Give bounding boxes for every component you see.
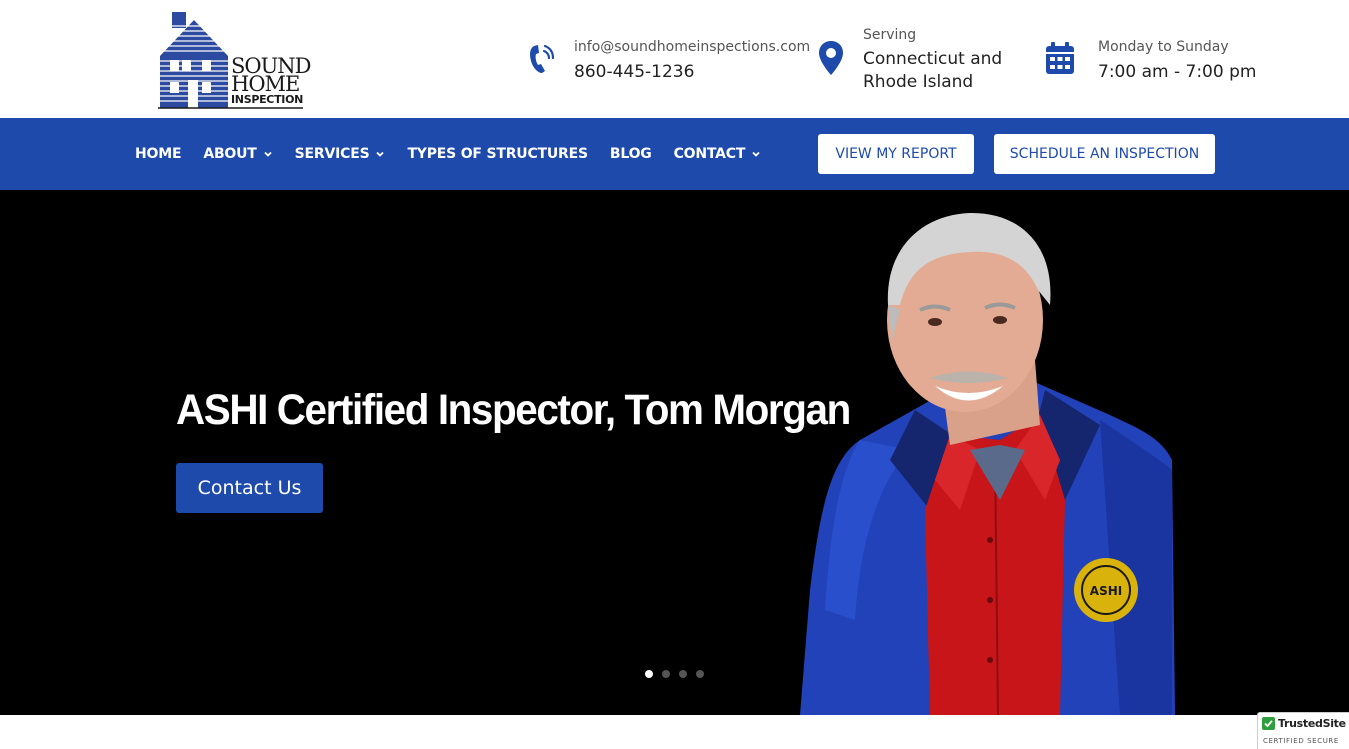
nav-menu: HOME ABOUT SERVICES TYPES OF STRUCTURES … xyxy=(135,118,761,190)
checkmark-icon xyxy=(1262,717,1275,730)
slider-dot-4[interactable] xyxy=(696,670,704,678)
hours-time: 7:00 am - 7:00 pm xyxy=(1098,62,1257,82)
nav-item-about[interactable]: ABOUT xyxy=(203,146,272,162)
nav-item-label: HOME xyxy=(135,146,182,162)
hero-slider: ASHI ASHI Certified Inspector, Tom Morga… xyxy=(0,190,1349,715)
nav-item-label: ABOUT xyxy=(203,146,257,162)
calendar-icon xyxy=(1046,42,1074,74)
top-header: SOUND HOME INSPECTION info@soundhomeinsp… xyxy=(0,0,1349,118)
phone-icon xyxy=(530,44,555,73)
schedule-inspection-button[interactable]: SCHEDULE AN INSPECTION xyxy=(994,134,1215,174)
site-logo[interactable]: SOUND HOME INSPECTION xyxy=(158,12,312,110)
main-navbar: HOME ABOUT SERVICES TYPES OF STRUCTURES … xyxy=(0,118,1349,190)
chevron-down-icon xyxy=(264,151,272,157)
slider-dot-1[interactable] xyxy=(645,670,653,678)
trustedsite-subtitle: CERTIFIED SECURE xyxy=(1263,737,1339,745)
nav-item-label: CONTACT xyxy=(673,146,746,162)
logo-wordmark: SOUND HOME INSPECTION xyxy=(231,56,312,110)
trustedsite-title: TrustedSite xyxy=(1278,717,1346,730)
nav-item-blog[interactable]: BLOG xyxy=(610,146,652,162)
chevron-down-icon xyxy=(752,151,760,157)
chevron-down-icon xyxy=(376,151,385,157)
nav-item-services[interactable]: SERVICES xyxy=(295,146,386,162)
nav-item-label: BLOG xyxy=(609,146,652,162)
hero-title: ASHI Certified Inspector, Tom Morgan xyxy=(176,386,851,434)
nav-item-home[interactable]: HOME xyxy=(135,146,182,162)
contact-phone[interactable]: 860-445-1236 xyxy=(574,61,694,84)
serving-line-1: Connecticut and xyxy=(863,49,1003,69)
contact-us-button[interactable]: Contact Us xyxy=(176,463,323,513)
view-report-button[interactable]: VIEW MY REPORT xyxy=(818,134,974,174)
hours-days: Monday to Sunday xyxy=(1098,39,1229,55)
trustedsite-badge[interactable]: TrustedSite CERTIFIED SECURE xyxy=(1257,712,1349,749)
serving-region: Connecticut and Rhode Island xyxy=(863,48,1002,94)
serving-label: Serving xyxy=(863,27,917,43)
nav-item-types-of-structures[interactable]: TYPES OF STRUCTURES xyxy=(407,146,588,162)
slider-dot-2[interactable] xyxy=(662,670,670,678)
slider-dot-3[interactable] xyxy=(679,670,687,678)
logo-line-3: INSPECTION xyxy=(231,93,304,106)
nav-item-label: TYPES OF STRUCTURES xyxy=(407,146,588,162)
serving-line-2: Rhode Island xyxy=(863,72,974,92)
nav-item-contact[interactable]: CONTACT xyxy=(674,146,762,162)
nav-item-label: SERVICES xyxy=(294,146,370,162)
ashi-badge-text: ASHI xyxy=(1090,584,1122,598)
location-pin-icon xyxy=(819,41,843,75)
slider-dots xyxy=(645,670,704,678)
inspector-photo: ASHI xyxy=(800,212,1175,715)
contact-email[interactable]: info@soundhomeinspections.com xyxy=(574,39,810,55)
